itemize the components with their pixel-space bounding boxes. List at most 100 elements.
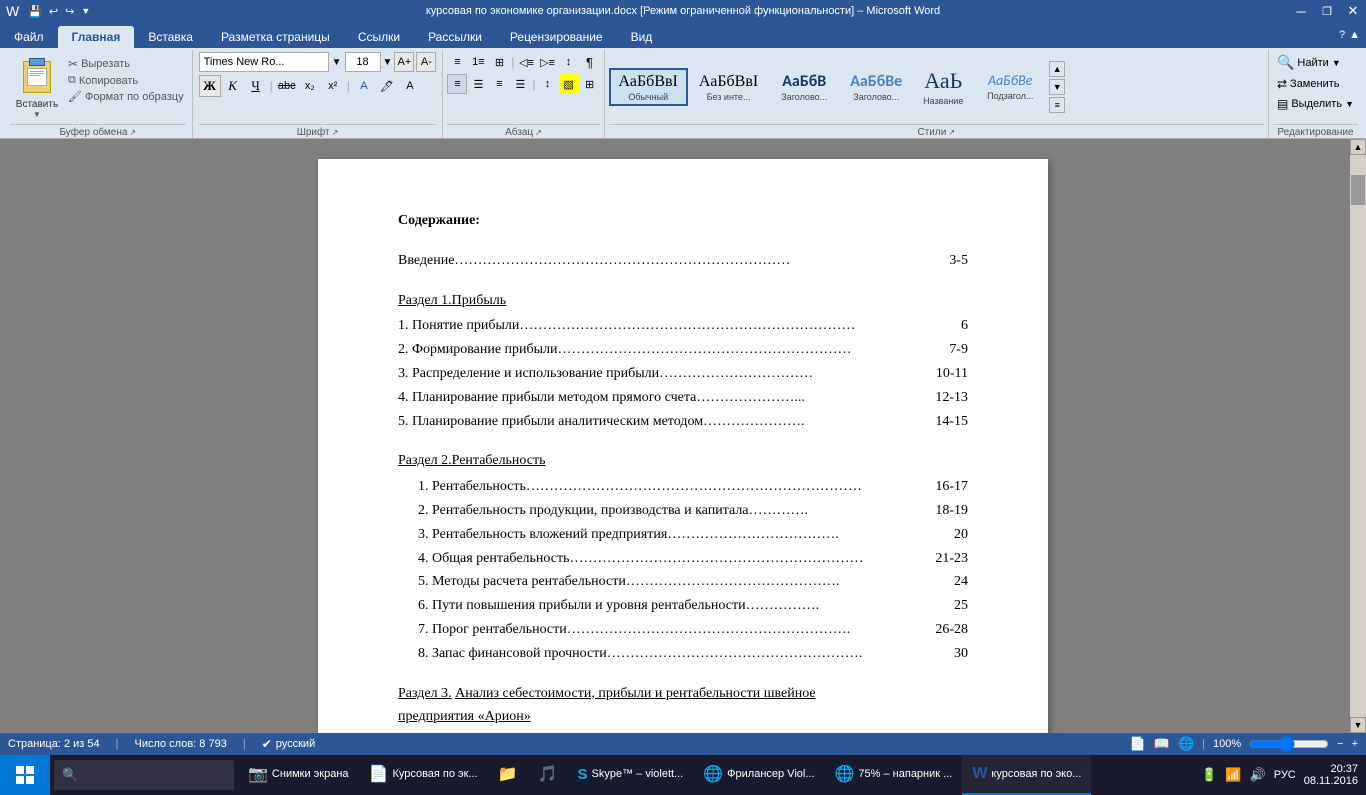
styles-expand-icon[interactable]: ↗ xyxy=(948,128,955,137)
align-left-button[interactable]: ≡ xyxy=(447,74,467,94)
tray-clock[interactable]: 20:37 08.11.2016 xyxy=(1304,763,1358,787)
subscript-button[interactable]: х₂ xyxy=(299,75,321,97)
qat-redo-button[interactable]: ↪ xyxy=(63,5,76,18)
toc-title: Содержание: xyxy=(398,209,968,233)
toc-entry: 2. Рентабельность продукции, производств… xyxy=(398,499,968,523)
qat-customize-button[interactable]: ▼ xyxy=(79,6,92,16)
tab-view[interactable]: Вид xyxy=(617,26,667,48)
tray-language[interactable]: РУС xyxy=(1274,769,1296,781)
ribbon-minimize-button[interactable]: ▲ xyxy=(1349,29,1360,41)
minimize-button[interactable]: ─ xyxy=(1288,0,1314,22)
status-words[interactable]: Число слов: 8 793 xyxy=(134,738,226,750)
sort-button[interactable]: ↕ xyxy=(559,52,579,72)
qat-undo-button[interactable]: ↩ xyxy=(47,5,60,18)
editing-group: 🔍 Найти ▼ ⇄ Заменить ▤ Выделить ▼ Редакт… xyxy=(1269,50,1362,138)
view-print-icon[interactable]: 📄 xyxy=(1130,736,1146,752)
font-decrease-button[interactable]: A- xyxy=(416,52,436,72)
replace-button[interactable]: ⇄ Заменить xyxy=(1273,75,1358,93)
strikethrough-button[interactable]: abc xyxy=(276,75,298,97)
status-language[interactable]: ✔ русский xyxy=(262,737,316,751)
format-painter-button[interactable]: 🖌 Формат по образцу xyxy=(66,89,186,104)
style-heading2[interactable]: АаБбВе Заголово... xyxy=(841,69,911,105)
title-bar-text: курсовая по экономике организации.docx [… xyxy=(426,5,940,17)
zoom-out-icon[interactable]: − xyxy=(1337,738,1343,750)
font-increase-button[interactable]: A+ xyxy=(394,52,414,72)
font-size-select[interactable] xyxy=(345,52,381,72)
view-web-icon[interactable]: 🌐 xyxy=(1178,736,1194,752)
styles-more-button[interactable]: ≡ xyxy=(1049,97,1065,113)
copy-button[interactable]: ⧉ Копировать xyxy=(66,73,186,88)
font-color-button[interactable]: A xyxy=(399,75,421,97)
find-button[interactable]: 🔍 Найти ▼ xyxy=(1273,52,1358,73)
taskbar-search[interactable]: 🔍 xyxy=(54,760,234,790)
ribbon-help-button[interactable]: ? xyxy=(1339,29,1345,41)
font-name-select[interactable] xyxy=(199,52,329,72)
close-button[interactable]: ✕ xyxy=(1340,0,1366,22)
select-button[interactable]: ▤ Выделить ▼ xyxy=(1273,95,1358,113)
style-no-spacing[interactable]: АаБбВвI Без инте... xyxy=(690,69,767,105)
tab-page-layout[interactable]: Разметка страницы xyxy=(207,26,344,48)
justify-button[interactable]: ☰ xyxy=(510,74,530,94)
tab-review[interactable]: Рецензирование xyxy=(496,26,617,48)
align-right-button[interactable]: ≡ xyxy=(489,74,509,94)
tray-network-icon[interactable]: 📶 xyxy=(1225,767,1241,783)
section3: Раздел 3. Анализ себестоимости, прибыли … xyxy=(398,682,968,733)
scroll-up-button[interactable]: ▲ xyxy=(1350,139,1366,155)
tray-volume-icon[interactable]: 🔊 xyxy=(1250,767,1266,783)
qat-save-button[interactable]: 💾 xyxy=(26,5,44,18)
tab-references[interactable]: Ссылки xyxy=(344,26,414,48)
tab-home[interactable]: Главная xyxy=(58,26,135,48)
zoom-slider[interactable] xyxy=(1249,738,1329,750)
maximize-button[interactable]: ❐ xyxy=(1314,0,1340,22)
italic-button[interactable]: К xyxy=(222,75,244,97)
style-normal[interactable]: АаБбВвI Обычный xyxy=(609,68,688,106)
taskbar-item-coursework1[interactable]: 📄 Курсовая по эк... xyxy=(359,755,488,795)
zoom-level: 100% xyxy=(1213,738,1241,750)
paragraph-expand-icon[interactable]: ↗ xyxy=(535,128,542,137)
text-effects-button[interactable]: A xyxy=(353,75,375,97)
taskbar-item-browser[interactable]: 🌐 75% – напарник ... xyxy=(825,755,963,795)
taskbar-item-screenshots[interactable]: 📷 Снимки экрана xyxy=(238,755,359,795)
bullets-button[interactable]: ≡ xyxy=(447,52,467,72)
highlight-button[interactable]: 🖊 xyxy=(376,75,398,97)
tab-file[interactable]: Файл xyxy=(0,26,58,48)
taskbar-item-word-active[interactable]: W курсовая по эко... xyxy=(962,755,1091,795)
taskbar-item-skype[interactable]: S Skype™ – violett... xyxy=(568,755,694,795)
clipboard-label: Буфер обмена xyxy=(59,127,127,138)
line-spacing-button[interactable]: ↕ xyxy=(538,74,558,94)
styles-scroll-up-button[interactable]: ▲ xyxy=(1049,61,1065,77)
paste-button[interactable]: Вставить ▼ xyxy=(10,52,64,122)
underline-button[interactable]: Ч xyxy=(245,75,267,97)
view-reading-icon[interactable]: 📖 xyxy=(1154,736,1170,752)
clipboard-expand-icon[interactable]: ↗ xyxy=(129,128,136,137)
numbering-button[interactable]: 1≡ xyxy=(468,52,488,72)
taskbar-item-freelancer[interactable]: 🌐 Фрилансер Viol... xyxy=(693,755,824,795)
zoom-in-icon[interactable]: + xyxy=(1352,738,1358,750)
scroll-down-button[interactable]: ▼ xyxy=(1350,717,1366,733)
decrease-indent-button[interactable]: ◁≡ xyxy=(517,52,537,72)
scrollbar-thumb[interactable] xyxy=(1351,175,1365,205)
tray-battery-icon[interactable]: 🔋 xyxy=(1201,767,1217,783)
shading-button[interactable]: ▧ xyxy=(559,74,579,94)
section3-header: Раздел 3. Анализ себестоимости, прибыли … xyxy=(398,682,968,730)
taskbar-item-folder[interactable]: 📁 xyxy=(488,755,528,795)
tab-mailings[interactable]: Рассылки xyxy=(414,26,496,48)
bold-button[interactable]: Ж xyxy=(199,75,221,97)
superscript-button[interactable]: х² xyxy=(322,75,344,97)
style-heading1[interactable]: АаБбВ Заголово... xyxy=(769,69,839,105)
tab-insert[interactable]: Вставка xyxy=(134,26,207,48)
align-center-button[interactable]: ☰ xyxy=(468,74,488,94)
multilevel-button[interactable]: ⊞ xyxy=(489,52,509,72)
status-bar: Страница: 2 из 54 | Число слов: 8 793 | … xyxy=(0,733,1366,755)
style-subtitle[interactable]: АаБбВе Подзагол... xyxy=(975,70,1045,104)
font-expand-icon[interactable]: ↗ xyxy=(332,128,339,137)
taskbar-item-media[interactable]: 🎵 xyxy=(528,755,568,795)
styles-scroll-down-button[interactable]: ▼ xyxy=(1049,79,1065,95)
show-marks-button[interactable]: ¶ xyxy=(580,52,600,72)
start-button[interactable] xyxy=(0,755,50,795)
style-title[interactable]: АаЬ Название xyxy=(913,65,973,108)
borders-button[interactable]: ⊞ xyxy=(580,74,600,94)
cut-button[interactable]: ✂ Вырезать xyxy=(66,56,186,72)
increase-indent-button[interactable]: ▷≡ xyxy=(538,52,558,72)
status-page[interactable]: Страница: 2 из 54 xyxy=(8,738,100,750)
